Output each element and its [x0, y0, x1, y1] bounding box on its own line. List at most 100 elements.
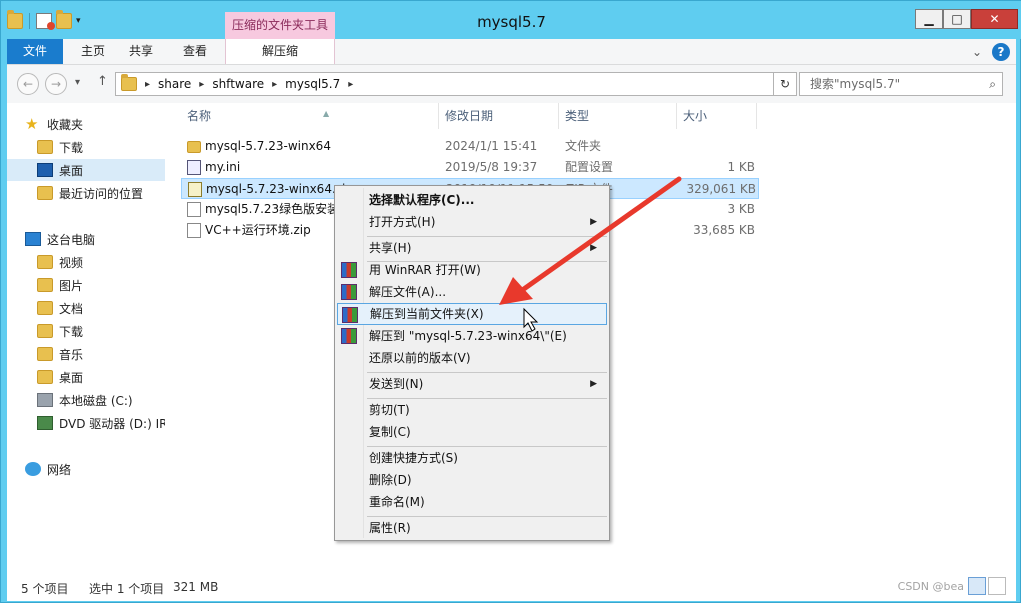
menu-label: 打开方式(H) — [369, 215, 436, 229]
desktop-folder-icon — [37, 370, 53, 384]
menu-label: 属性(R) — [369, 521, 411, 535]
new-folder-icon[interactable] — [56, 10, 72, 29]
menu-item-choose-default[interactable]: 选择默认程序(C)... — [337, 189, 607, 211]
sidebar-label: 桌面 — [59, 370, 84, 385]
details-view-button[interactable] — [968, 577, 986, 595]
search-icon[interactable]: ⌕ — [989, 73, 996, 95]
menu-item-copy[interactable]: 复制(C) — [337, 421, 607, 443]
file-size: 1 KB — [727, 160, 755, 174]
sidebar-label: 文档 — [59, 301, 84, 316]
menu-item-delete[interactable]: 删除(D) — [337, 469, 607, 491]
pictures-folder-icon — [37, 278, 53, 292]
tab-file[interactable]: 文件 — [7, 39, 63, 64]
forward-button[interactable]: → — [45, 73, 67, 95]
navigation-pane: ★ 收藏夹 下载 桌面 最近访问的位置 这台电脑 视频 图片 文档 下载 音乐 桌… — [7, 103, 165, 571]
sidebar-item-downloads-pc[interactable]: 下载 — [7, 320, 165, 342]
sidebar-item-favorites[interactable]: ★ 收藏夹 — [25, 113, 183, 135]
column-header-date[interactable]: 修改日期 — [439, 103, 559, 129]
menu-item-extract-here[interactable]: 解压到当前文件夹(X) — [337, 303, 607, 325]
breadcrumb-share[interactable]: share — [158, 77, 191, 91]
large-icons-view-button[interactable] — [988, 577, 1006, 595]
tab-home[interactable]: 主页 — [69, 39, 117, 64]
sidebar-item-desktop-pc[interactable]: 桌面 — [7, 366, 165, 388]
column-header-type[interactable]: 类型 — [559, 103, 677, 129]
menu-label: 解压到 "mysql-5.7.23-winx64\"(E) — [369, 329, 567, 343]
column-label: 名称 — [187, 109, 212, 123]
sidebar-item-dvd-drive[interactable]: DVD 驱动器 (D:) IR — [7, 412, 165, 434]
menu-item-restore-previous[interactable]: 还原以前的版本(V) — [337, 347, 607, 369]
context-tab-group-label: 压缩的文件夹工具 — [225, 12, 335, 39]
breadcrumb-separator[interactable]: ▸ — [272, 79, 277, 90]
breadcrumb-separator[interactable]: ▸ — [199, 79, 204, 90]
hard-drive-icon — [37, 393, 53, 407]
menu-item-extract-files[interactable]: 解压文件(A)... — [337, 281, 607, 303]
menu-item-send-to[interactable]: 发送到(N) ▶ — [337, 373, 607, 395]
menu-item-create-shortcut[interactable]: 创建快捷方式(S) — [337, 447, 607, 469]
file-date: 2024/1/1 15:41 — [445, 139, 538, 153]
sidebar-item-network[interactable]: 网络 — [7, 458, 165, 480]
tab-extract[interactable]: 解压缩 — [225, 39, 335, 64]
file-size: 329,061 KB — [686, 182, 756, 196]
menu-item-open-winrar[interactable]: 用 WinRAR 打开(W) — [337, 259, 607, 281]
menu-item-share[interactable]: 共享(H) ▶ — [337, 237, 607, 259]
minimize-button[interactable]: ▁ — [915, 9, 943, 29]
sidebar-item-downloads[interactable]: 下载 — [7, 136, 165, 158]
sidebar-item-videos[interactable]: 视频 — [7, 251, 165, 273]
window-controls: ▁ □ ✕ — [915, 9, 1018, 29]
sidebar-item-desktop[interactable]: 桌面 — [7, 159, 165, 181]
sidebar-label: 网络 — [47, 462, 72, 477]
view-switcher — [968, 577, 1006, 595]
column-header-name[interactable]: 名称 ▲ — [181, 103, 439, 129]
menu-item-extract-to-folder[interactable]: 解压到 "mysql-5.7.23-winx64\"(E) — [337, 325, 607, 347]
file-type: 文件夹 — [565, 139, 602, 153]
breadcrumb-shftware[interactable]: shftware — [212, 77, 264, 91]
menu-label: 复制(C) — [369, 425, 411, 439]
menu-item-properties[interactable]: 属性(R) — [337, 517, 607, 539]
breadcrumb-separator[interactable]: ▸ — [348, 79, 353, 90]
back-button[interactable]: ← — [17, 73, 39, 95]
sidebar-label: 桌面 — [59, 163, 84, 178]
folder-icon[interactable] — [7, 10, 23, 29]
tab-view[interactable]: 查看 — [171, 39, 219, 64]
menu-item-cut[interactable]: 剪切(T) — [337, 399, 607, 421]
menu-item-rename[interactable]: 重命名(M) — [337, 491, 607, 513]
sidebar-item-local-disk[interactable]: 本地磁盘 (C:) — [7, 389, 165, 411]
sidebar-label: 下载 — [59, 140, 84, 155]
close-button[interactable]: ✕ — [971, 9, 1018, 29]
file-row-ini[interactable]: my.ini 2019/5/8 19:37 配置设置 1 KB — [181, 157, 759, 178]
settings-file-icon — [187, 160, 201, 175]
up-button[interactable]: ↑ — [97, 74, 108, 89]
maximize-button[interactable]: □ — [943, 9, 971, 29]
sidebar-item-this-pc[interactable]: 这台电脑 — [7, 228, 165, 250]
dvd-drive-icon — [37, 416, 53, 430]
sidebar-label: 视频 — [59, 255, 84, 270]
desktop-icon — [37, 163, 53, 177]
breadcrumb-separator[interactable]: ▸ — [145, 79, 150, 90]
column-header-size[interactable]: 大小 — [677, 103, 757, 129]
recent-locations-dropdown[interactable]: ▾ — [75, 77, 80, 88]
search-placeholder: 搜索"mysql5.7" — [810, 77, 901, 91]
customize-toolbar-dropdown[interactable]: ▾ — [76, 16, 81, 26]
music-folder-icon — [37, 347, 53, 361]
sidebar-label: DVD 驱动器 (D:) IR — [59, 416, 165, 431]
breadcrumb-mysql57[interactable]: mysql5.7 — [285, 77, 340, 91]
file-row-folder[interactable]: mysql-5.7.23-winx64 2024/1/1 15:41 文件夹 — [181, 136, 759, 157]
file-name: my.ini — [205, 160, 241, 174]
refresh-button[interactable]: ↻ — [773, 72, 797, 96]
chevron-down-icon[interactable]: ⌄ — [972, 45, 982, 59]
address-bar[interactable]: ▸ share ▸ shftware ▸ mysql5.7 ▸ ▾ — [115, 72, 791, 96]
sidebar-item-music[interactable]: 音乐 — [7, 343, 165, 365]
tab-share[interactable]: 共享 — [117, 39, 165, 64]
documents-folder-icon — [37, 301, 53, 315]
selected-size: 321 MB — [173, 580, 219, 594]
menu-item-open-with[interactable]: 打开方式(H) ▶ — [337, 211, 607, 233]
properties-icon[interactable] — [36, 13, 55, 30]
sidebar-item-recent[interactable]: 最近访问的位置 — [7, 182, 165, 204]
explorer-window: ▾ 压缩的文件夹工具 mysql5.7 ▁ □ ✕ 文件 主页 共享 查看 解压… — [0, 0, 1021, 603]
sidebar-item-pictures[interactable]: 图片 — [7, 274, 165, 296]
search-input[interactable]: 搜索"mysql5.7" ⌕ — [799, 72, 1003, 96]
ribbon-tabs: 文件 主页 共享 查看 解压缩 ⌄ ? — [7, 39, 1016, 65]
help-icon[interactable]: ? — [992, 43, 1010, 61]
videos-folder-icon — [37, 255, 53, 269]
sidebar-item-documents[interactable]: 文档 — [7, 297, 165, 319]
